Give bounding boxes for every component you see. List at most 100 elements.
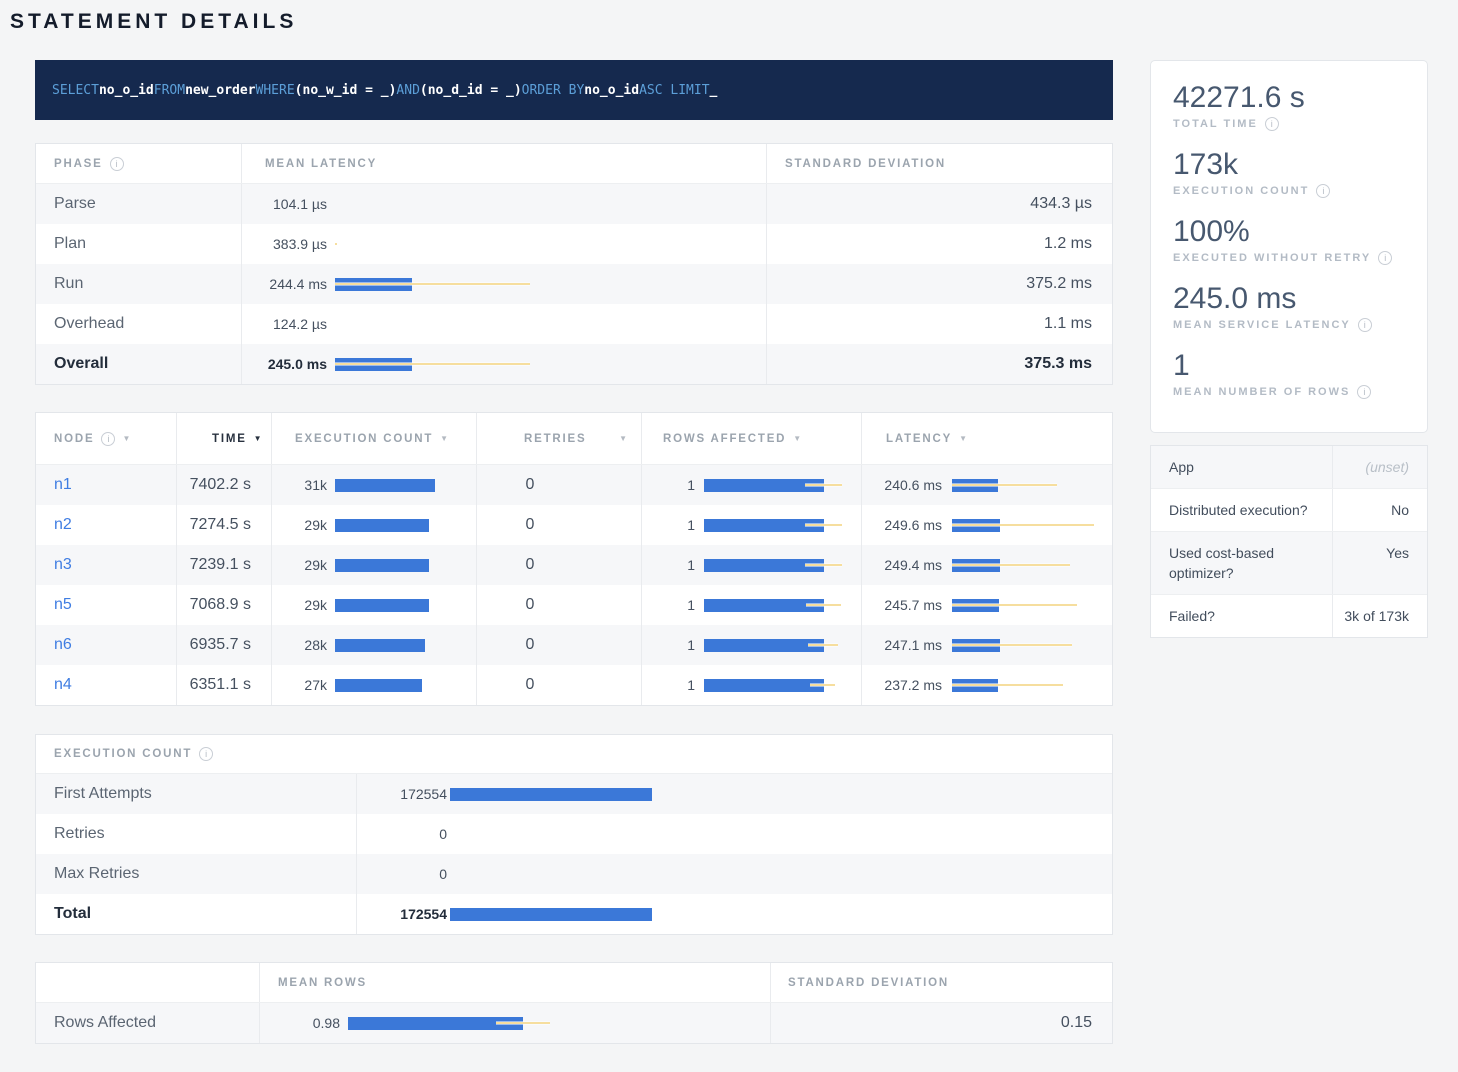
info-icon[interactable]: i [1316,184,1330,198]
summary-stat: 245.0 msMEAN SERVICE LATENCYi [1173,282,1405,332]
std-dev-column-header: STANDARD DEVIATION [766,144,1112,183]
execution-count-bar [335,639,435,652]
rows-affected-value: 1 [652,677,695,693]
sort-arrow-icon[interactable]: ▼ [122,434,132,443]
bar-stddev-line [952,524,1094,527]
info-icon[interactable]: i [101,432,115,446]
table-row: Retries0 [36,814,1112,854]
table-row: n66935.7 s28k01247.1 ms [36,625,1112,665]
bar-stddev-line [952,564,1070,567]
table-row: Overhead124.2 µs1.1 ms [36,304,1112,344]
empty-header-cell [36,963,259,1002]
execution-count-value: 172554 [367,786,447,802]
execution-count-value: 27k [282,677,327,693]
rows-affected-table-header: MEAN ROWS STANDARD DEVIATION [36,963,1112,1003]
page-body: SELECT no_o_id FROM new_order WHERE (no_… [0,60,1458,1044]
sort-arrow-icon[interactable]: ▼ [959,434,969,443]
rows-affected-value: 1 [652,637,695,653]
retries-value: 0 [500,676,560,694]
table-row: Total172554 [36,894,1112,934]
column-header-time[interactable]: TIME ▼ [176,413,271,464]
execution-count-bar [335,519,435,532]
retries-value: 0 [500,516,560,534]
column-header-label: TIME [212,433,247,445]
rows-affected-bar [704,559,842,572]
rows-affected-cell: 1 [641,545,861,585]
mean-latency-value: 124.2 µs [252,316,327,332]
execution-count-bar [450,828,652,841]
execution-count-row-label: Retries [36,814,356,854]
detail-label: App [1151,446,1332,488]
phase-name: Run [36,264,241,304]
mean-latency-bar [335,358,530,371]
rows-affected-value: 1 [652,557,695,573]
info-icon[interactable]: i [110,157,124,171]
sql-token: WHERE [256,83,295,98]
column-header-node[interactable]: NODEi▼ [36,413,176,464]
latency-cell: 240.6 ms [861,465,1112,505]
node-link[interactable]: n5 [54,596,72,614]
stat-value: 1 [1173,349,1405,383]
phase-name: Overall [36,344,241,384]
execution-count-cell: 27k [271,665,476,705]
table-row: n17402.2 s31k01240.6 ms [36,465,1112,505]
column-header-latency[interactable]: LATENCY▼ [861,413,1112,464]
sort-arrow-icon[interactable]: ▼ [440,434,450,443]
node-link[interactable]: n6 [54,636,72,654]
info-icon[interactable]: i [1357,385,1371,399]
retries-cell: 0 [476,545,641,585]
rows-affected-cell: 1 [641,585,861,625]
mean-latency-value: 244.4 ms [252,276,327,292]
sql-token: ORDER BY [522,83,585,98]
bar-stddev-line [335,243,337,246]
sort-arrow-icon[interactable]: ▼ [607,434,641,443]
column-header-execution-count[interactable]: EXECUTION COUNT▼ [271,413,476,464]
node-cell: n3 [36,545,176,585]
sql-token: AND [396,83,419,98]
node-link[interactable]: n4 [54,676,72,694]
mean-latency-value: 245.0 ms [252,356,327,372]
bar-mean-segment [450,788,652,801]
sort-arrow-icon[interactable]: ▼ [254,434,264,443]
std-dev-cell: 375.3 ms [766,344,1112,384]
info-icon[interactable]: i [1265,117,1279,131]
mean-latency-cell: 124.2 µs [241,304,766,344]
execution-count-table-header: EXECUTION COUNT i [36,735,1112,774]
info-icon[interactable]: i [199,747,213,761]
column-header-rows-affected[interactable]: ROWS AFFECTED▼ [641,413,861,464]
table-row: First Attempts172554 [36,774,1112,814]
sql-token: SELECT [52,83,99,98]
stat-label-text: MEAN NUMBER OF ROWS [1173,386,1350,398]
execution-count-bar [335,679,435,692]
table-row: Run 244.4 ms 375.2 ms [36,264,1112,304]
node-link[interactable]: n1 [54,476,72,494]
page-title: STATEMENT DETAILS [10,10,1458,34]
execution-count-value: 28k [282,637,327,653]
info-icon[interactable]: i [1358,318,1372,332]
column-header-retries[interactable]: RETRIES▼ [476,413,641,464]
rows-affected-value: 1 [652,517,695,533]
table-row: Parse104.1 µs434.3 µs [36,184,1112,224]
execution-count-bar [450,788,652,801]
info-icon[interactable]: i [1378,251,1392,265]
execution-count-value: 29k [282,597,327,613]
node-cell: n2 [36,505,176,545]
execution-count-row-label: Max Retries [36,854,356,894]
bar-mean-segment [335,519,429,532]
execution-count-value: 29k [282,517,327,533]
latency-bar [952,679,1094,692]
detail-value: (unset) [1332,446,1427,488]
statement-details-card: App(unset)Distributed execution?NoUsed c… [1150,445,1428,638]
execution-count-bar [450,908,652,921]
time-value: 7402.2 s [176,465,271,505]
node-link[interactable]: n3 [54,556,72,574]
node-cell: n4 [36,665,176,705]
phase-name: Overhead [36,304,241,344]
phase-table-header: PHASE i MEAN LATENCY STANDARD DEVIATION [36,144,1112,184]
bar-mean-segment [335,679,422,692]
latency-bar [952,639,1094,652]
std-dev-cell: 375.2 ms [766,264,1112,304]
sort-arrow-icon[interactable]: ▼ [793,434,803,443]
sql-token: (no_w_id = _) [295,83,397,98]
node-link[interactable]: n2 [54,516,72,534]
